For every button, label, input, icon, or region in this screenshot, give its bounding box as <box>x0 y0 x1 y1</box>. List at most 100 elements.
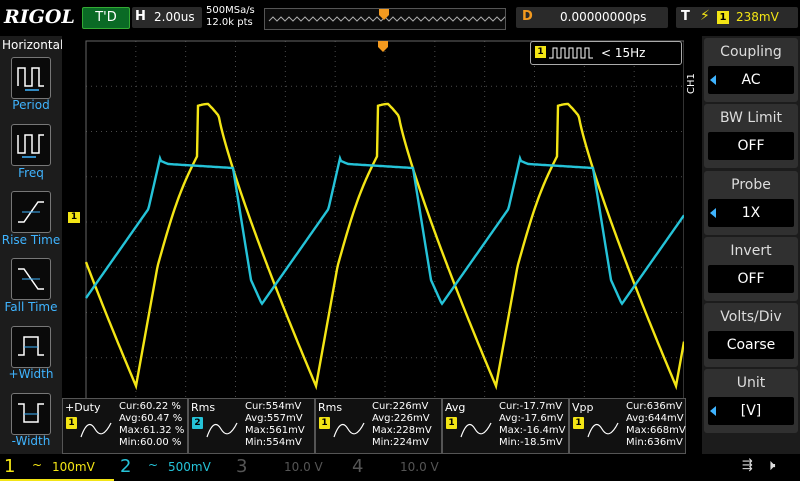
invert-menu[interactable]: Invert OFF <box>704 237 798 301</box>
channel2-number: 2 <box>120 456 132 477</box>
channel3-tab[interactable]: 3 10.0 V <box>232 455 346 479</box>
fall-time-button[interactable] <box>11 258 51 300</box>
timebase-box[interactable]: H 2.00us <box>132 7 202 28</box>
measurement-channel-badge: 1 <box>573 417 584 429</box>
measurement-cur: Cur:-17.7mV <box>499 401 563 412</box>
channel3-scale: 10.0 V <box>284 460 323 474</box>
unit-title: Unit <box>736 375 766 391</box>
channel2-tab[interactable]: 2 ~ 500mV <box>116 455 230 479</box>
freq-label: Freq <box>18 166 44 180</box>
sample-rate: 500MSa/s <box>206 5 255 16</box>
measurement-channel-badge: 2 <box>192 417 203 429</box>
measurement-cur: Cur:554mV <box>245 401 302 412</box>
acquisition-info: 500MSa/s 12.0k pts <box>206 5 255 29</box>
channel4-tab[interactable]: 4 10.0 V <box>348 455 462 479</box>
measurement-name: Rms <box>191 401 216 414</box>
channel1-coupling-icon: ~ <box>32 458 43 472</box>
volts-div-value: Coarse <box>708 331 794 359</box>
unit-value: [V] <box>708 397 794 425</box>
measurement-max: Max:228mV <box>372 425 432 436</box>
measurement-cur: Cur:636mV <box>626 401 683 412</box>
channel-tab-label: CH1 <box>686 73 697 94</box>
period-label: Period <box>12 98 50 112</box>
measurement-max: Max:668mV <box>626 425 686 436</box>
measurement-min: Min:224mV <box>372 437 429 448</box>
measurement-name: Vpp <box>572 401 594 414</box>
waveform-display[interactable] <box>62 36 684 452</box>
measurement-min: Min:-18.5mV <box>499 437 563 448</box>
memory-overview-waveform <box>268 9 518 22</box>
measurement-waveform-icon <box>460 422 492 438</box>
measurement-item[interactable]: +Duty 1 Cur:60.22 % Avg:60.47 % Max:61.32 % M… <box>62 398 188 454</box>
measurement-item[interactable]: Avg 1 Cur:-17.7mV Avg:-17.6mV Max:-16.4mV Min… <box>442 398 569 454</box>
horizontal-key: H <box>135 9 146 24</box>
channel-tab: CH1 <box>686 58 700 98</box>
bw-limit-value: OFF <box>708 132 794 160</box>
minus-width-label: -Width <box>11 434 51 448</box>
channel3-number: 3 <box>236 456 248 477</box>
channel1-offset-marker[interactable]: 1 <box>68 212 80 223</box>
coupling-menu[interactable]: Coupling AC <box>704 38 798 102</box>
freq-button[interactable] <box>11 124 51 166</box>
brand-logo: RIGOL <box>4 6 75 28</box>
invert-value: OFF <box>708 265 794 293</box>
rise-time-button[interactable] <box>11 191 51 233</box>
plus-width-button[interactable] <box>11 326 51 368</box>
arrow-left-icon <box>710 208 716 218</box>
minus-width-button[interactable] <box>11 393 51 435</box>
coupling-value: AC <box>708 66 794 94</box>
invert-title: Invert <box>730 243 772 259</box>
memory-overview-bar[interactable] <box>264 8 518 30</box>
delay-value: 0.00000000ps <box>560 10 647 24</box>
usb-icon: ⇶ <box>742 458 753 473</box>
speaker-mute-icon[interactable]: 🕨 <box>766 456 775 474</box>
trigger-level: 238mV <box>736 10 779 24</box>
volts-div-menu[interactable]: Volts/Div Coarse <box>704 303 798 367</box>
coupling-title: Coupling <box>720 44 782 60</box>
bw-limit-menu[interactable]: BW Limit OFF <box>704 104 798 168</box>
measurement-cur: Cur:60.22 % <box>119 401 181 412</box>
measurement-avg: Avg:226mV <box>372 413 430 424</box>
minus-width-icon <box>18 403 44 423</box>
rising-edge-icon: ⚡ <box>700 8 710 24</box>
fall-time-label: Fall Time <box>4 300 58 314</box>
channel4-number: 4 <box>352 456 364 477</box>
channel1-tab[interactable]: 1 ~ 100mV <box>0 455 114 481</box>
measurement-channel-badge: 1 <box>446 417 457 429</box>
memory-depth: 12.0k pts <box>206 17 253 28</box>
timebase-value: 2.00us <box>154 10 195 24</box>
channel4-scale: 10.0 V <box>400 460 439 474</box>
rise-time-label: Rise Time <box>1 233 61 247</box>
channel1-scale: 100mV <box>52 460 95 474</box>
probe-title: Probe <box>731 177 771 193</box>
measurement-cur: Cur:226mV <box>372 401 429 412</box>
measurement-item[interactable]: Rms 1 Cur:226mV Avg:226mV Max:228mV Min:224mV <box>315 398 442 454</box>
arrow-left-icon <box>710 75 716 85</box>
channel1-number: 1 <box>4 456 16 477</box>
measurement-avg: Avg:644mV <box>626 413 684 424</box>
measurement-name: Rms <box>318 401 343 414</box>
trigger-position-icon <box>379 9 389 20</box>
volts-div-title: Volts/Div <box>720 309 782 325</box>
delay-box[interactable]: D 0.00000000ps <box>516 7 668 28</box>
measurement-item[interactable]: Vpp 1 Cur:636mV Avg:644mV Max:668mV Min:636mV <box>569 398 686 454</box>
bw-limit-title: BW Limit <box>719 110 783 126</box>
delay-key: D <box>522 9 533 24</box>
square-wave-icon <box>549 47 593 59</box>
unit-menu[interactable]: Unit [V] <box>704 369 798 433</box>
trigger-box[interactable]: T ⚡ 1 238mV <box>676 7 798 28</box>
arrow-left-icon <box>710 406 716 416</box>
measurement-waveform-icon <box>333 422 365 438</box>
measurement-name: Avg <box>445 401 466 414</box>
measurement-max: Max:61.32 % <box>119 425 185 436</box>
trigger-source: 1 <box>717 11 729 24</box>
probe-value: 1X <box>708 199 794 227</box>
period-button[interactable] <box>11 57 51 99</box>
measurement-waveform-icon <box>80 422 112 438</box>
trigger-key: T <box>681 9 690 24</box>
channel2-scale: 500mV <box>168 460 211 474</box>
measurement-item[interactable]: Rms 2 Cur:554mV Avg:557mV Max:561mV Min:554mV <box>188 398 315 454</box>
plus-width-label: +Width <box>8 367 54 381</box>
measurement-waveform-icon <box>206 422 238 438</box>
probe-menu[interactable]: Probe 1X <box>704 171 798 235</box>
